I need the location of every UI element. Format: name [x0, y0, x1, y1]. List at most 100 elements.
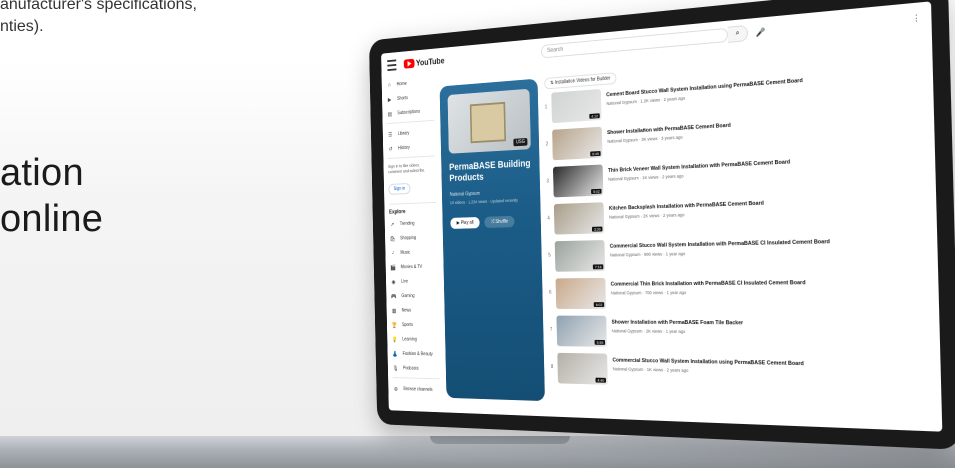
- sidebar-item-label: Live: [400, 278, 409, 285]
- sidebar-item-lib-1[interactable]: ↺ History: [388, 141, 438, 155]
- microphone-icon[interactable]: 🎤: [756, 27, 766, 37]
- video-thumbnail[interactable]: 4:40: [557, 352, 608, 385]
- thumbnail-door-image: [469, 101, 507, 144]
- video-list-item[interactable]: 6 6:02 Commercial Thin Brick Installation …: [549, 275, 933, 317]
- video-thumbnail[interactable]: 4:12: [551, 88, 602, 124]
- sidebar-item-label: Sports: [401, 322, 413, 328]
- sidebar-item-label: Movies & TV: [400, 264, 423, 271]
- sign-in-button[interactable]: Sign in: [388, 183, 411, 195]
- sidebar-item-icon: ▶: [387, 97, 392, 103]
- sidebar-item-icon: 💡: [391, 337, 398, 343]
- video-duration: 5:55: [594, 339, 606, 345]
- sidebar-divider: [387, 155, 435, 159]
- video-thumbnail[interactable]: 6:02: [555, 277, 607, 309]
- video-thumbnail[interactable]: 6:45: [552, 126, 603, 161]
- video-duration: 5:02: [591, 188, 602, 195]
- video-duration: 3:30: [592, 226, 603, 232]
- search-icon: ⌕: [735, 29, 740, 38]
- video-title[interactable]: Shower Installation with PermaBASE Foam …: [612, 320, 744, 328]
- sidebar-item-label: Shorts: [396, 95, 408, 102]
- video-meta: National Gypsum · 1K views · 2 years ago: [612, 366, 689, 373]
- video-duration: 7:18: [592, 264, 604, 270]
- sidebar-item-explore-5[interactable]: 🎮 Gaming: [391, 291, 442, 302]
- sidebar-item-icon: 🎬: [390, 265, 397, 271]
- sidebar-item-icon: ◉: [391, 279, 396, 285]
- laptop-display: YouTube Search ⌕ 🎤 ⋮ ⌂ Home ▶ Shorts ▤ Subscr…: [368, 0, 955, 450]
- video-duration: 6:45: [590, 151, 601, 157]
- sidebar-item-browse-0[interactable]: ⊕ Browse channels: [393, 383, 444, 395]
- video-thumbnail[interactable]: 5:02: [552, 164, 604, 198]
- sidebar-item-explore-9[interactable]: 👗 Fashion & Beauty: [392, 348, 443, 360]
- sidebar-item-explore-0[interactable]: ↗ Trending: [389, 217, 439, 229]
- playlist-meta: 10 videos · 1,234 views · Updated recent…: [449, 197, 519, 206]
- playlist-actions: ▶ Play all ⤮ Shuffle: [450, 215, 532, 229]
- sidebar-item-main-0[interactable]: ⌂ Home: [386, 76, 436, 91]
- youtube-logo[interactable]: YouTube: [403, 55, 445, 69]
- sidebar-divider: [392, 377, 440, 380]
- video-info: Commercial Stucco Wall System Installati…: [612, 354, 804, 376]
- intro-line-1: anufacturer's specifications,: [0, 0, 197, 13]
- video-info: Commercial Stucco Wall System Installati…: [610, 235, 831, 257]
- sidebar-item-label: Browse channels: [403, 386, 433, 393]
- youtube-screen: YouTube Search ⌕ 🎤 ⋮ ⌂ Home ▶ Shorts ▤ Subscr…: [381, 1, 943, 432]
- sidebar-item-explore-7[interactable]: 🏆 Sports: [391, 320, 442, 331]
- sidebar-item-icon: 👗: [392, 351, 398, 358]
- sidebar-item-icon: ♪: [391, 250, 395, 256]
- shuffle-button[interactable]: ⤮ Shuffle: [484, 215, 515, 228]
- sidebar-item-explore-10[interactable]: 🎙 Podcasts: [392, 363, 443, 375]
- sidebar-item-icon: 🛍: [389, 236, 396, 242]
- sidebar-item-explore-4[interactable]: ◉ Live: [390, 276, 440, 287]
- playlist-thumbnail[interactable]: USG: [447, 88, 531, 154]
- sidebar-item-icon: ▤: [387, 111, 393, 118]
- sidebar-item-icon: ☰: [388, 132, 393, 138]
- playlist-owner[interactable]: National Gypsum: [450, 189, 532, 198]
- sidebar-item-explore-6[interactable]: ▦ News: [391, 305, 442, 316]
- sidebar-item-icon: ⌂: [387, 82, 391, 89]
- youtube-play-icon: [403, 58, 415, 69]
- play-all-button[interactable]: ▶ Play all: [450, 216, 481, 229]
- search-placeholder: Search: [547, 46, 564, 55]
- video-thumbnail[interactable]: 5:55: [556, 315, 607, 347]
- sidebar-item-label: Gaming: [401, 293, 415, 299]
- more-options-icon[interactable]: ⋮: [912, 13, 921, 23]
- video-duration: 4:40: [595, 377, 607, 383]
- sidebar-item-explore-8[interactable]: 💡 Learning: [392, 334, 443, 346]
- search-button[interactable]: ⌕: [727, 24, 749, 43]
- youtube-sidebar: ⌂ Home ▶ Shorts ▤ Subscriptions ☰ Library ↺ Histo…: [382, 76, 444, 413]
- sidebar-item-label: Subscriptions: [397, 109, 421, 117]
- headline: ation online: [0, 150, 103, 242]
- sidebar-item-icon: ⊕: [393, 386, 398, 393]
- video-title[interactable]: Commercial Thin Brick Installation with …: [611, 280, 806, 289]
- sidebar-item-main-1[interactable]: ▶ Shorts: [386, 90, 436, 105]
- sidebar-item-lib-0[interactable]: ☰ Library: [387, 126, 437, 140]
- sidebar-item-explore-1[interactable]: 🛍 Shopping: [389, 232, 439, 244]
- headline-line-1: ation: [0, 152, 84, 194]
- playlist-filter-chip[interactable]: ⇅ Installation Videos for Builder: [544, 72, 617, 90]
- sidebar-item-label: Shopping: [400, 235, 417, 242]
- sidebar-item-explore-2[interactable]: ♪ Music: [390, 247, 440, 259]
- sidebar-item-icon: ▦: [391, 308, 397, 314]
- intro-line-2: nties).: [0, 18, 44, 35]
- thumbnail-badge: USG: [513, 137, 528, 147]
- intro-text: anufacturer's specifications, nties).: [0, 0, 197, 38]
- video-duration: 6:02: [593, 302, 605, 308]
- sidebar-item-label: Trending: [399, 220, 415, 227]
- hamburger-menu-icon[interactable]: [387, 59, 397, 72]
- sidebar-item-main-2[interactable]: ▤ Subscriptions: [387, 105, 437, 119]
- sidebar-item-label: News: [401, 307, 412, 314]
- video-list-item[interactable]: 8 4:40 Commercial Stucco Wall System Insta…: [551, 352, 935, 401]
- video-meta: National Gypsum · 2K views · 1 year ago: [611, 328, 686, 334]
- sidebar-item-icon: ↗: [390, 222, 395, 228]
- video-thumbnail[interactable]: 7:18: [554, 240, 606, 272]
- sidebar-item-label: Music: [400, 250, 411, 256]
- sidebar-item-explore-3[interactable]: 🎬 Movies & TV: [390, 261, 440, 273]
- video-info: Commercial Thin Brick Installation with …: [611, 276, 806, 295]
- sidebar-item-label: Fashion & Beauty: [402, 351, 433, 358]
- video-list-item[interactable]: 5 7:18 Commercial Stucco Wall System Insta…: [548, 233, 932, 279]
- sidebar-item-label: Library: [397, 130, 410, 137]
- video-list-item[interactable]: 7 5:55 Shower Installation with PermaBASE …: [550, 315, 934, 359]
- sidebar-item-label: History: [398, 145, 410, 152]
- video-info: Shower Installation with PermaBASE Foam …: [611, 316, 744, 335]
- youtube-logo-text: YouTube: [415, 55, 445, 68]
- video-thumbnail[interactable]: 3:30: [553, 202, 605, 235]
